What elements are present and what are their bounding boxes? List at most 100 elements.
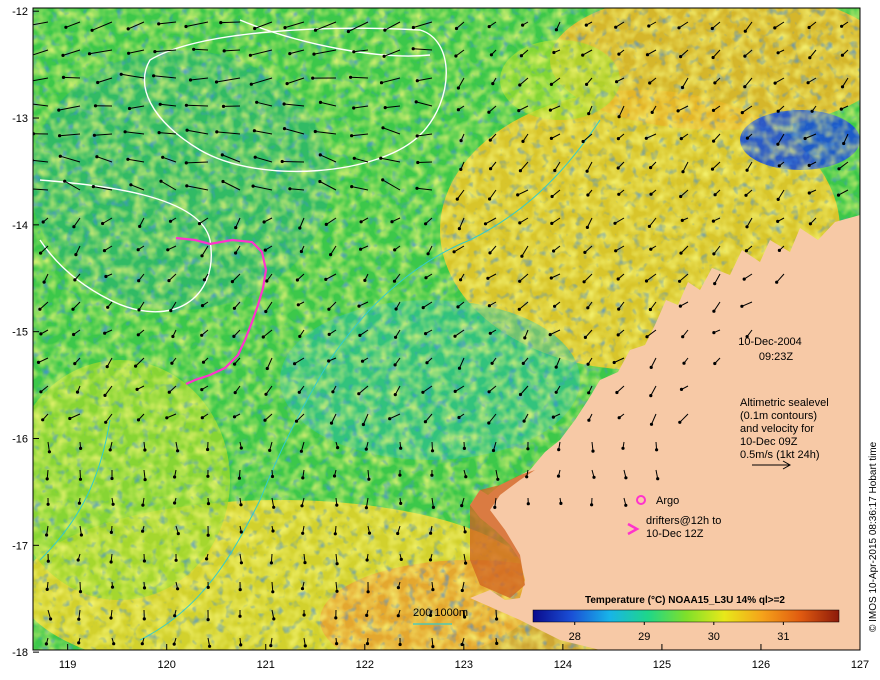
- velocity-arrow-head: [415, 134, 419, 138]
- velocity-arrow-head: [587, 112, 591, 116]
- velocity-arrow-head: [713, 361, 717, 366]
- velocity-arrow-head: [776, 142, 780, 146]
- velocity-arrow-head: [234, 251, 238, 255]
- velocity-arrow-head: [335, 562, 339, 566]
- svg-text:(0.1m contours): (0.1m contours): [740, 410, 817, 422]
- velocity-arrow: [220, 21, 241, 24]
- velocity-arrow-head: [840, 24, 844, 28]
- lat-tick-label: -15: [12, 327, 28, 339]
- velocity-arrow-head: [424, 222, 428, 226]
- velocity-arrow-head: [357, 392, 361, 396]
- velocity-arrow-head: [487, 304, 491, 308]
- velocity-arrow-head: [269, 644, 273, 648]
- velocity-arrow-head: [293, 362, 297, 366]
- velocity-arrow-head: [91, 185, 95, 189]
- velocity-arrow-head: [711, 219, 716, 223]
- velocity-arrow-head: [381, 178, 385, 182]
- velocity-arrow-head: [270, 474, 275, 479]
- velocity-arrow-head: [519, 54, 524, 58]
- velocity-arrow-head: [313, 129, 317, 134]
- velocity-arrow-head: [239, 530, 243, 534]
- velocity-arrow-head: [264, 309, 268, 314]
- velocity-arrow-head: [232, 306, 236, 310]
- lat-tick-label: -17: [12, 540, 28, 552]
- velocity-arrow-head: [350, 134, 354, 138]
- velocity-arrow-head: [678, 279, 682, 283]
- velocity-arrow-head: [615, 80, 619, 84]
- velocity-arrow-head: [192, 47, 196, 51]
- velocity-arrow-head: [776, 219, 780, 223]
- velocity-arrow-head: [335, 589, 339, 593]
- velocity-arrow-head: [185, 128, 189, 132]
- velocity-arrow-head: [740, 111, 744, 115]
- velocity-arrow-head: [431, 505, 435, 509]
- velocity-arrow-head: [233, 391, 237, 395]
- velocity-arrow-head: [803, 136, 807, 141]
- velocity-arrow-head: [744, 193, 748, 197]
- velocity-arrow-head: [394, 335, 398, 339]
- velocity-arrow-head: [349, 75, 353, 79]
- velocity-arrow-head: [103, 331, 107, 335]
- velocity-arrow-head: [206, 474, 210, 478]
- velocity-arrow-head: [587, 391, 591, 395]
- velocity-arrow-head: [381, 126, 385, 130]
- velocity-arrow-head: [518, 169, 523, 173]
- velocity-arrow-head: [456, 305, 460, 309]
- velocity-arrow-head: [303, 561, 307, 565]
- velocity-arrow-head: [647, 224, 652, 228]
- velocity-arrow-head: [679, 251, 683, 255]
- velocity-arrow-head: [548, 108, 553, 112]
- velocity-arrow-head: [488, 138, 492, 142]
- velocity-arrow-head: [87, 52, 92, 56]
- velocity-arrow-head: [490, 361, 494, 365]
- velocity-arrow-head: [583, 335, 588, 339]
- velocity-arrow-head: [743, 29, 747, 33]
- velocity-arrow-head: [184, 161, 188, 165]
- velocity-arrow-head: [158, 102, 162, 106]
- velocity-arrow-head: [681, 170, 685, 174]
- velocity-arrow-head: [487, 421, 491, 425]
- argo-label: Argo: [656, 495, 679, 507]
- velocity-arrow-head: [454, 54, 458, 58]
- velocity-arrow-head: [713, 282, 717, 286]
- velocity-arrow-head: [379, 156, 383, 160]
- velocity-arrow-head: [221, 104, 226, 108]
- velocity-arrow-head: [47, 450, 52, 454]
- velocity-arrow-head: [520, 254, 524, 258]
- velocity-arrow-head: [585, 225, 590, 229]
- velocity-arrow-head: [165, 416, 169, 420]
- velocity-arrow-head: [487, 390, 491, 394]
- velocity-arrow-head: [367, 477, 371, 481]
- velocity-arrow-head: [140, 642, 144, 646]
- velocity-arrow-head: [644, 279, 649, 283]
- velocity-arrow-head: [425, 361, 429, 365]
- velocity-arrow-head: [679, 387, 684, 391]
- velocity-arrow-head: [111, 502, 115, 506]
- velocity-arrow-head: [282, 127, 287, 131]
- velocity-arrow-head: [300, 504, 304, 508]
- velocity-arrow-head: [462, 446, 466, 450]
- velocity-arrow-head: [416, 160, 420, 165]
- velocity-arrow-head: [238, 614, 242, 618]
- velocity-arrow-head: [388, 417, 392, 421]
- velocity-arrow: [350, 76, 369, 79]
- velocity-arrow-head: [460, 642, 464, 647]
- velocity-arrow-head: [679, 194, 683, 199]
- velocity-arrow-head: [237, 476, 241, 480]
- velocity-arrow-head: [265, 279, 269, 283]
- velocity-arrow-head: [648, 81, 652, 85]
- velocity-arrow-head: [426, 252, 430, 256]
- velocity-arrow-head: [77, 641, 81, 645]
- velocity-arrow-head: [429, 531, 433, 535]
- lon-tick-label: 120: [158, 659, 176, 671]
- velocity-arrow-head: [176, 449, 180, 453]
- velocity-arrow-head: [393, 393, 397, 397]
- velocity-arrow-head: [679, 55, 683, 59]
- lat-tick-label: -13: [12, 113, 28, 125]
- velocity-arrow-head: [46, 559, 50, 563]
- velocity-arrow-head: [645, 335, 649, 339]
- velocity-arrow-head: [49, 617, 53, 621]
- velocity-arrow-head: [269, 561, 273, 565]
- velocity-arrow-head: [185, 184, 189, 188]
- velocity-arrow-head: [288, 187, 292, 191]
